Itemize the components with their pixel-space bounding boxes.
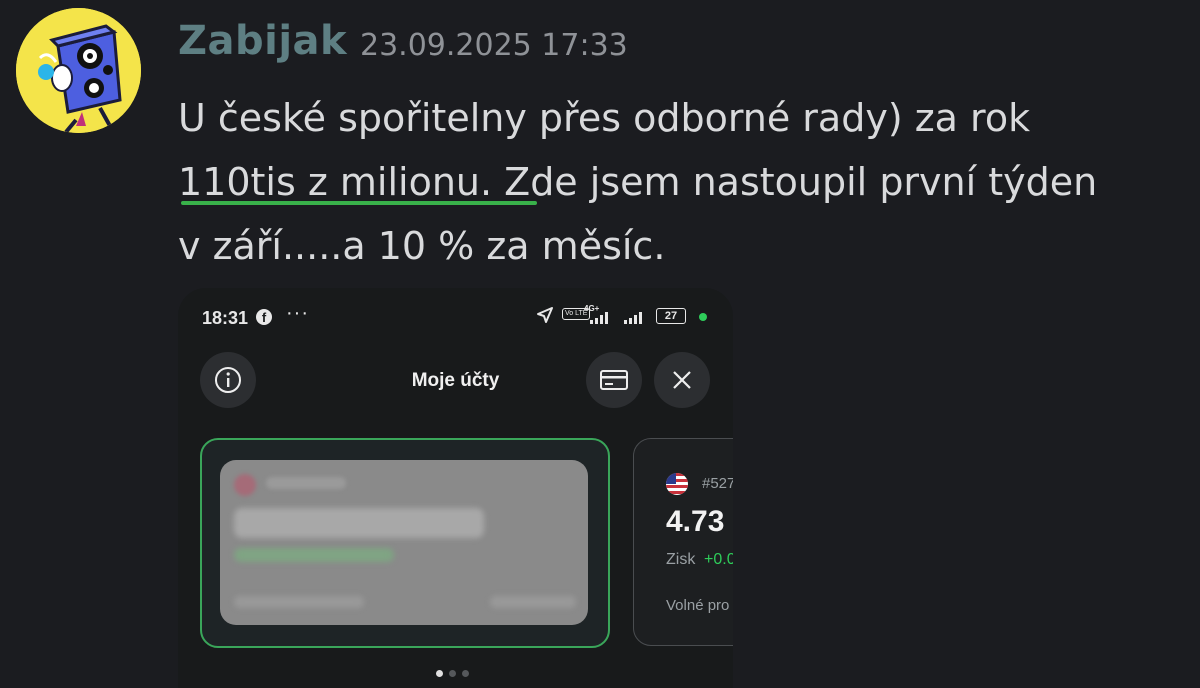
phone-status-bar: 18:31 f ··· Vo LTE 4G+ 27 <box>178 288 733 348</box>
pager-dot <box>449 670 456 677</box>
us-flag-icon <box>666 473 688 495</box>
facebook-icon: f <box>256 309 272 325</box>
status-time: 18:31 <box>202 308 249 328</box>
info-icon <box>215 367 241 393</box>
blurred-flag <box>234 474 256 496</box>
card-button[interactable] <box>586 352 642 408</box>
status-dot <box>699 313 707 321</box>
blurred-free-value <box>490 596 576 608</box>
message-line-1: U české spořitelny přes odborné rady) za… <box>178 96 1031 140</box>
info-button[interactable] <box>200 352 256 408</box>
signal-icon <box>590 312 608 324</box>
profit-value: +0.0 <box>704 551 733 568</box>
account-balance: 4.73 <box>666 505 725 538</box>
signal-icon-2 <box>624 312 642 324</box>
highlight-underline <box>181 201 537 205</box>
card-icon <box>600 370 628 390</box>
free-margin-label: Volné pro <box>666 597 730 614</box>
status-more-dots: ··· <box>286 302 309 324</box>
highlighted-text: 110tis z milionu. <box>178 160 493 204</box>
pager-dot-active <box>436 670 443 677</box>
blurred-label <box>266 477 346 489</box>
pager-dot <box>462 670 469 677</box>
speaker-mascot-icon <box>16 8 141 133</box>
account-card-active[interactable] <box>200 438 610 648</box>
blurred-balance <box>234 508 484 538</box>
message-line-3: v září.....a 10 % za měsíc. <box>178 224 666 268</box>
attached-screenshot[interactable]: 18:31 f ··· Vo LTE 4G+ 27 Moje účty #527… <box>178 288 733 688</box>
profit-label: Zisk <box>666 551 696 568</box>
battery-icon: 27 <box>656 308 686 324</box>
close-button[interactable] <box>654 352 710 408</box>
message-text: U české spořitelny přes odborné rady) za… <box>178 86 1188 278</box>
message-author[interactable]: Zabijak <box>178 18 347 64</box>
blurred-profit <box>234 548 394 562</box>
blurred-free-label <box>234 596 364 608</box>
page-title: Moje účty <box>411 370 500 391</box>
message-line-2-rest: Zde jsem nastoupil první týden <box>492 160 1098 204</box>
location-arrow-icon <box>537 307 553 323</box>
close-icon <box>673 371 691 389</box>
message-timestamp: 23.09.2025 17:33 <box>360 28 628 63</box>
account-number: #527 <box>702 475 733 492</box>
blurred-account-details <box>220 460 588 625</box>
account-card-usd[interactable]: #527 4.73 Zisk +0.0 Volné pro <box>633 438 733 646</box>
user-avatar[interactable] <box>16 8 141 133</box>
